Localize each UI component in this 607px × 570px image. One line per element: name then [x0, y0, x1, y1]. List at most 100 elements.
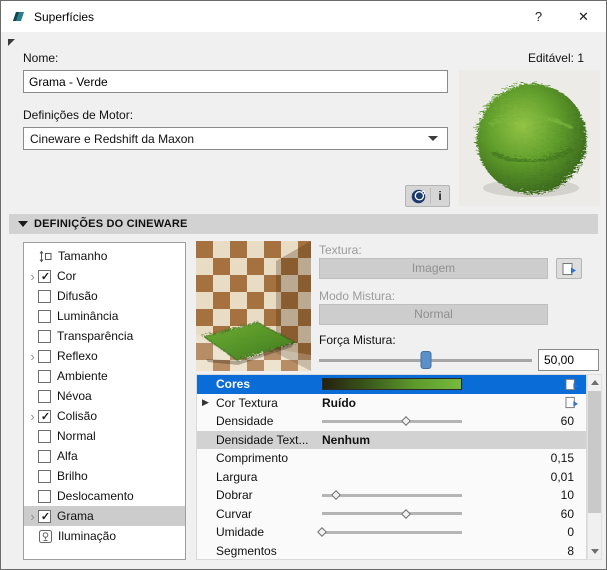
- channel-label: Transparência: [57, 329, 133, 343]
- channel-item-ambiente[interactable]: Ambiente: [24, 366, 185, 386]
- channel-label: Difusão: [57, 289, 98, 303]
- grama-checkbox[interactable]: [38, 510, 51, 523]
- channel-item-colisao[interactable]: › Colisão: [24, 406, 185, 426]
- cor-checkbox[interactable]: [38, 270, 51, 283]
- dobrar-slider[interactable]: [322, 494, 462, 497]
- channel-item-reflexo[interactable]: › Reflexo: [24, 346, 185, 366]
- expand-arrow-icon[interactable]: ▶: [202, 397, 209, 408]
- param-row-largura[interactable]: Largura 0,01: [197, 468, 586, 487]
- channel-item-difusao[interactable]: Difusão: [24, 286, 185, 306]
- engine-select[interactable]: Cineware e Redshift da Maxon: [23, 127, 448, 150]
- channel-label: Grama: [57, 509, 94, 523]
- slider-handle[interactable]: [331, 490, 341, 500]
- panel-grip-icon: [8, 39, 15, 46]
- blend-mode-button[interactable]: Normal: [319, 304, 548, 325]
- ambiente-checkbox[interactable]: [38, 370, 51, 383]
- param-value: Nenhum: [322, 433, 370, 447]
- info-icon: i: [430, 188, 449, 204]
- param-label: Cores: [216, 377, 250, 391]
- arrow-up-icon: [591, 380, 599, 385]
- param-value: 8: [567, 544, 574, 558]
- param-label: Comprimento: [216, 451, 288, 465]
- slider-handle[interactable]: [401, 509, 411, 519]
- alfa-checkbox[interactable]: [38, 450, 51, 463]
- params-scrollbar[interactable]: [587, 374, 602, 560]
- param-value: 0: [567, 525, 574, 539]
- param-row-comprimento[interactable]: Comprimento 0,15: [197, 449, 586, 468]
- param-row-densidade[interactable]: Densidade 60: [197, 412, 586, 431]
- deslocamento-checkbox[interactable]: [38, 490, 51, 503]
- close-button[interactable]: ✕: [561, 1, 606, 32]
- channel-item-tamanho[interactable]: Tamanho: [24, 246, 185, 266]
- channel-label: Tamanho: [58, 249, 107, 263]
- channel-item-grama[interactable]: › Grama: [24, 506, 185, 526]
- colisao-checkbox[interactable]: [38, 410, 51, 423]
- channel-item-iluminacao[interactable]: Iluminação: [24, 526, 185, 546]
- channel-label: Reflexo: [57, 349, 98, 363]
- param-row-cor-textura[interactable]: ▶ Cor Textura Ruído: [197, 394, 586, 413]
- expand-chevron-icon[interactable]: ›: [27, 411, 38, 422]
- channel-item-deslocamento[interactable]: Deslocamento: [24, 486, 185, 506]
- blend-strength-slider[interactable]: [319, 349, 532, 371]
- channel-label: Ambiente: [57, 369, 108, 383]
- texture-label: Textura:: [319, 243, 362, 257]
- densidade-slider[interactable]: [322, 420, 462, 423]
- expand-chevron-icon[interactable]: ›: [27, 351, 38, 362]
- size-icon: [38, 249, 52, 263]
- param-label: Densidade: [216, 414, 273, 428]
- gradient-menu-icon[interactable]: [564, 377, 580, 391]
- app-icon: [10, 9, 26, 25]
- difusao-checkbox[interactable]: [38, 290, 51, 303]
- param-row-cores[interactable]: Cores: [197, 375, 586, 394]
- channel-item-transparencia[interactable]: Transparência: [24, 326, 185, 346]
- curvar-slider[interactable]: [322, 512, 462, 515]
- cineware-info-button[interactable]: i: [405, 185, 450, 207]
- param-row-densidade-textura[interactable]: Densidade Text... Nenhum: [197, 431, 586, 450]
- channel-label: Luminância: [57, 309, 118, 323]
- texture-browse-button[interactable]: [556, 258, 582, 279]
- param-label: Curvar: [216, 507, 252, 521]
- expand-chevron-icon[interactable]: ›: [27, 271, 38, 282]
- param-value: 10: [561, 488, 574, 502]
- cinema4d-icon: [406, 189, 430, 204]
- channel-item-normal[interactable]: Normal: [24, 426, 185, 446]
- param-row-segmentos[interactable]: Segmentos 8: [197, 542, 586, 561]
- chevron-down-icon: [428, 136, 438, 141]
- param-row-curvar[interactable]: Curvar 60: [197, 505, 586, 524]
- name-input[interactable]: [23, 70, 448, 93]
- brilho-checkbox[interactable]: [38, 470, 51, 483]
- gradient-bar[interactable]: [322, 378, 462, 390]
- channel-item-luminancia[interactable]: Luminância: [24, 306, 185, 326]
- normal-checkbox[interactable]: [38, 430, 51, 443]
- param-row-dobrar[interactable]: Dobrar 10: [197, 486, 586, 505]
- slider-thumb[interactable]: [420, 351, 431, 369]
- umidade-slider[interactable]: [322, 531, 462, 534]
- help-button[interactable]: ?: [516, 1, 561, 32]
- slider-handle[interactable]: [317, 527, 327, 537]
- transparencia-checkbox[interactable]: [38, 330, 51, 343]
- scroll-up-button[interactable]: [588, 375, 601, 390]
- param-label: Densidade Text...: [216, 433, 309, 447]
- slider-handle[interactable]: [401, 416, 411, 426]
- luminancia-checkbox[interactable]: [38, 310, 51, 323]
- nevoa-checkbox[interactable]: [38, 390, 51, 403]
- channel-item-nevoa[interactable]: Névoa: [24, 386, 185, 406]
- channel-item-cor[interactable]: › Cor: [24, 266, 185, 286]
- texture-menu-icon[interactable]: [564, 396, 580, 410]
- param-label: Segmentos: [216, 544, 277, 558]
- param-value: 0,01: [551, 470, 574, 484]
- cineware-section-header[interactable]: DEFINIÇÕES DO CINEWARE: [9, 214, 598, 234]
- param-row-umidade[interactable]: Umidade 0: [197, 523, 586, 542]
- collapse-arrow-icon: [18, 221, 28, 227]
- channel-item-brilho[interactable]: Brilho: [24, 466, 185, 486]
- channel-label: Brilho: [57, 469, 88, 483]
- scrollbar-thumb[interactable]: [588, 391, 601, 513]
- texture-image-button[interactable]: Imagem: [319, 258, 548, 279]
- channel-label: Iluminação: [58, 529, 116, 543]
- scroll-down-button[interactable]: [588, 544, 601, 559]
- reflexo-checkbox[interactable]: [38, 350, 51, 363]
- editable-count-label: Editável: 1: [528, 51, 584, 65]
- blend-strength-input[interactable]: [538, 349, 599, 371]
- expand-chevron-icon[interactable]: ›: [27, 511, 38, 522]
- channel-item-alfa[interactable]: Alfa: [24, 446, 185, 466]
